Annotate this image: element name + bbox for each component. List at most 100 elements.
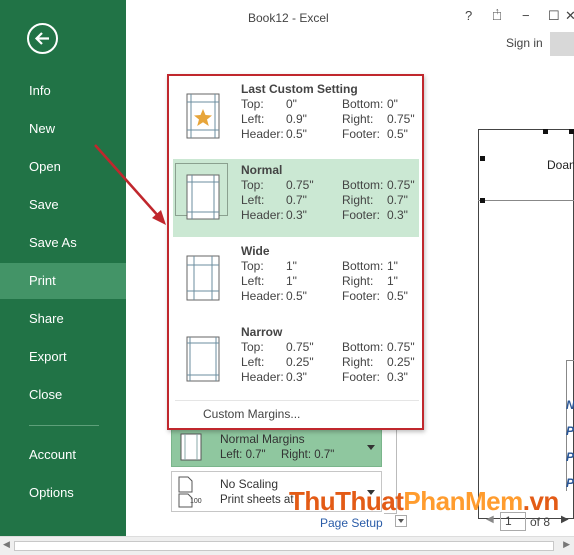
nav-print[interactable]: Print bbox=[0, 263, 126, 299]
menu-divider bbox=[175, 400, 419, 401]
margins-setting-right: Right: 0.7" bbox=[281, 449, 335, 461]
margin-option-normal[interactable]: Normal Top: 0.75" Bottom: 0.75" Left: 0.… bbox=[173, 159, 419, 237]
margin-handle[interactable] bbox=[569, 129, 574, 134]
right-label: Right: bbox=[342, 274, 374, 288]
right-label: Right: bbox=[342, 112, 374, 126]
margin-handle[interactable] bbox=[480, 156, 485, 161]
margin-option-narrow[interactable]: Narrow Top: 0.75" Bottom: 0.75" Left: 0.… bbox=[173, 321, 419, 399]
margins-page-icon bbox=[180, 433, 202, 461]
custom-margins-item[interactable]: Custom Margins... bbox=[203, 407, 300, 421]
margin-handle[interactable] bbox=[543, 129, 548, 134]
bottom-value: 0.75" bbox=[387, 178, 415, 192]
margins-setting-label: Normal Margins bbox=[220, 432, 305, 446]
left-value: 0.7" bbox=[286, 193, 307, 207]
right-value: 0.75" bbox=[387, 112, 415, 126]
page-margins-narrow-icon bbox=[186, 336, 220, 382]
page-count-label: of 8 bbox=[530, 515, 551, 529]
bottom-value: 0.75" bbox=[387, 340, 415, 354]
left-value: 0.9" bbox=[286, 112, 307, 126]
footer-value: 0.5" bbox=[387, 127, 408, 141]
header-label: Header: bbox=[241, 370, 284, 384]
page-margins-wide-icon bbox=[186, 255, 220, 301]
footer-label: Footer: bbox=[342, 289, 381, 303]
next-page-icon[interactable]: ▶ bbox=[561, 514, 569, 525]
preview-margin-line bbox=[478, 200, 574, 201]
restore-button[interactable]: ☐ bbox=[548, 8, 560, 24]
page-setup-link[interactable]: Page Setup bbox=[320, 516, 383, 530]
nav-account[interactable]: Account bbox=[0, 437, 126, 473]
top-label: Top: bbox=[241, 178, 264, 192]
scaling-percent-text: 100 bbox=[190, 498, 202, 505]
right-value: 0.7" bbox=[387, 193, 408, 207]
horizontal-scrollbar[interactable]: ◀ ▶ bbox=[0, 536, 574, 555]
nav-save-as[interactable]: Save As bbox=[0, 225, 126, 261]
left-label: Left: bbox=[241, 355, 265, 369]
nav-close[interactable]: Close bbox=[0, 377, 126, 413]
margin-option-last-custom[interactable]: Last Custom Setting Top: 0" Bottom: 0" L… bbox=[173, 78, 419, 156]
margin-handle[interactable] bbox=[480, 198, 485, 203]
right-value: 0.25" bbox=[387, 355, 415, 369]
top-label: Top: bbox=[241, 97, 264, 111]
top-value: 0.75" bbox=[286, 178, 314, 192]
header-value: 0.3" bbox=[286, 370, 307, 384]
ribbon-options-arrow-icon: ↑ bbox=[495, 6, 500, 16]
margin-option-wide[interactable]: Wide Top: 1" Bottom: 1" Left: 1" Right: … bbox=[173, 240, 419, 318]
margins-setting-dropdown[interactable]: Normal Margins Left: 0.7" Right: 0.7" bbox=[171, 426, 382, 467]
bottom-label: Bottom: bbox=[342, 340, 384, 354]
right-value: 1" bbox=[387, 274, 398, 288]
option-title: Wide bbox=[241, 244, 270, 258]
preview-row-letter: P bbox=[566, 450, 574, 464]
nav-export[interactable]: Export bbox=[0, 339, 126, 375]
footer-value: 0.3" bbox=[387, 208, 408, 222]
footer-label: Footer: bbox=[342, 208, 381, 222]
header-value: 0.5" bbox=[286, 127, 307, 141]
header-label: Header: bbox=[241, 208, 284, 222]
sign-in-link[interactable]: Sign in bbox=[506, 36, 543, 50]
header-label: Header: bbox=[241, 127, 284, 141]
preview-row-letter: P bbox=[566, 476, 574, 490]
header-value: 0.5" bbox=[286, 289, 307, 303]
right-label: Right: bbox=[342, 355, 374, 369]
top-label: Top: bbox=[241, 340, 264, 354]
option-title: Narrow bbox=[241, 325, 283, 339]
annotation-arrow-icon bbox=[94, 144, 166, 225]
print-preview-page bbox=[478, 129, 574, 519]
top-label: Top: bbox=[241, 259, 264, 273]
help-button[interactable]: ? bbox=[465, 8, 472, 23]
footer-label: Footer: bbox=[342, 370, 381, 384]
footer-value: 0.5" bbox=[387, 289, 408, 303]
window-controls: ? □ ↑ − ☐ ✕ bbox=[465, 6, 574, 28]
minimize-button[interactable]: − bbox=[522, 8, 530, 23]
nav-options[interactable]: Options bbox=[0, 475, 126, 511]
preview-row-letter: P bbox=[566, 424, 574, 438]
left-label: Left: bbox=[241, 112, 265, 126]
avatar[interactable] bbox=[550, 32, 574, 56]
bottom-value: 0" bbox=[387, 97, 398, 111]
top-value: 1" bbox=[286, 259, 297, 273]
left-label: Left: bbox=[241, 274, 265, 288]
scrollbar-thumb[interactable] bbox=[14, 541, 554, 551]
header-value: 0.3" bbox=[286, 208, 307, 222]
preview-cell-text: Doan bbox=[547, 158, 574, 172]
nav-info[interactable]: Info bbox=[0, 73, 126, 109]
bottom-label: Bottom: bbox=[342, 97, 384, 111]
right-label: Right: bbox=[342, 193, 374, 207]
bottom-value: 1" bbox=[387, 259, 398, 273]
footer-label: Footer: bbox=[342, 127, 381, 141]
option-title: Last Custom Setting bbox=[241, 82, 358, 96]
preview-row-letter: N bbox=[566, 398, 574, 412]
close-window-button[interactable]: ✕ bbox=[565, 8, 574, 24]
scroll-left-icon[interactable]: ◀ bbox=[3, 539, 10, 550]
bottom-label: Bottom: bbox=[342, 178, 384, 192]
backstage-sidebar: Info New Open Save Save As Print Share E… bbox=[0, 0, 126, 536]
chevron-down-icon bbox=[367, 445, 375, 450]
left-label: Left: bbox=[241, 193, 265, 207]
scroll-right-icon[interactable]: ▶ bbox=[563, 539, 570, 550]
margins-dropdown-menu: Last Custom Setting Top: 0" Bottom: 0" L… bbox=[167, 74, 424, 430]
nav-divider bbox=[29, 425, 99, 426]
page-margins-normal-icon bbox=[186, 174, 220, 220]
back-button[interactable] bbox=[27, 23, 58, 54]
nav-share[interactable]: Share bbox=[0, 301, 126, 337]
top-value: 0.75" bbox=[286, 340, 314, 354]
option-title: Normal bbox=[241, 163, 283, 177]
